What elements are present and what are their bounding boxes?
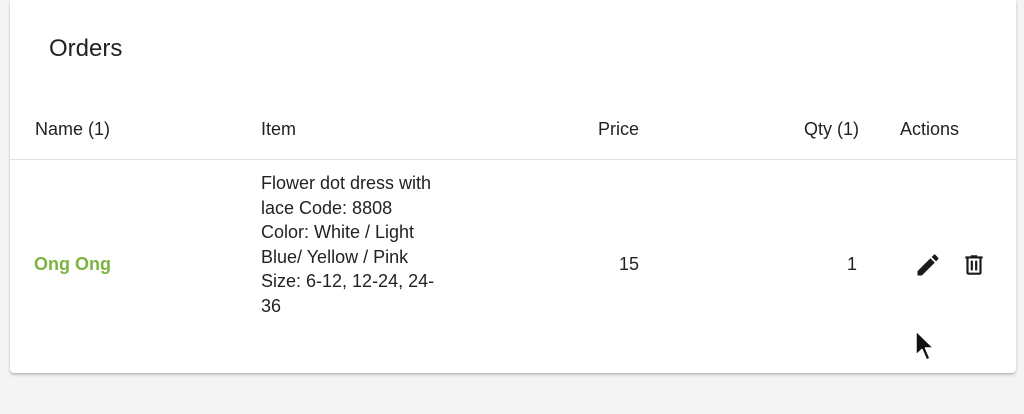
orders-card: Orders Name (1) Item Price Qty (1) Actio… bbox=[10, 0, 1016, 373]
column-header-name[interactable]: Name (1) bbox=[35, 119, 110, 140]
order-price: 15 bbox=[618, 254, 639, 274]
order-item-description: Flower dot dress with lace Code: 8808 Co… bbox=[261, 173, 435, 316]
column-header-qty[interactable]: Qty (1) bbox=[804, 119, 859, 140]
trash-icon bbox=[965, 255, 983, 275]
order-quantity: 1 bbox=[846, 254, 857, 274]
column-header-item: Item bbox=[261, 119, 297, 139]
order-customer-name: Ong Ong bbox=[34, 254, 111, 274]
column-header-price: Price bbox=[597, 119, 639, 139]
mouse-cursor-icon bbox=[915, 330, 935, 361]
delete-button[interactable] bbox=[958, 249, 990, 281]
edit-button[interactable] bbox=[912, 249, 944, 281]
page-title: Orders bbox=[49, 35, 123, 62]
header-divider bbox=[10, 159, 1016, 160]
pencil-icon bbox=[917, 254, 939, 276]
column-header-actions: Actions bbox=[900, 119, 960, 139]
